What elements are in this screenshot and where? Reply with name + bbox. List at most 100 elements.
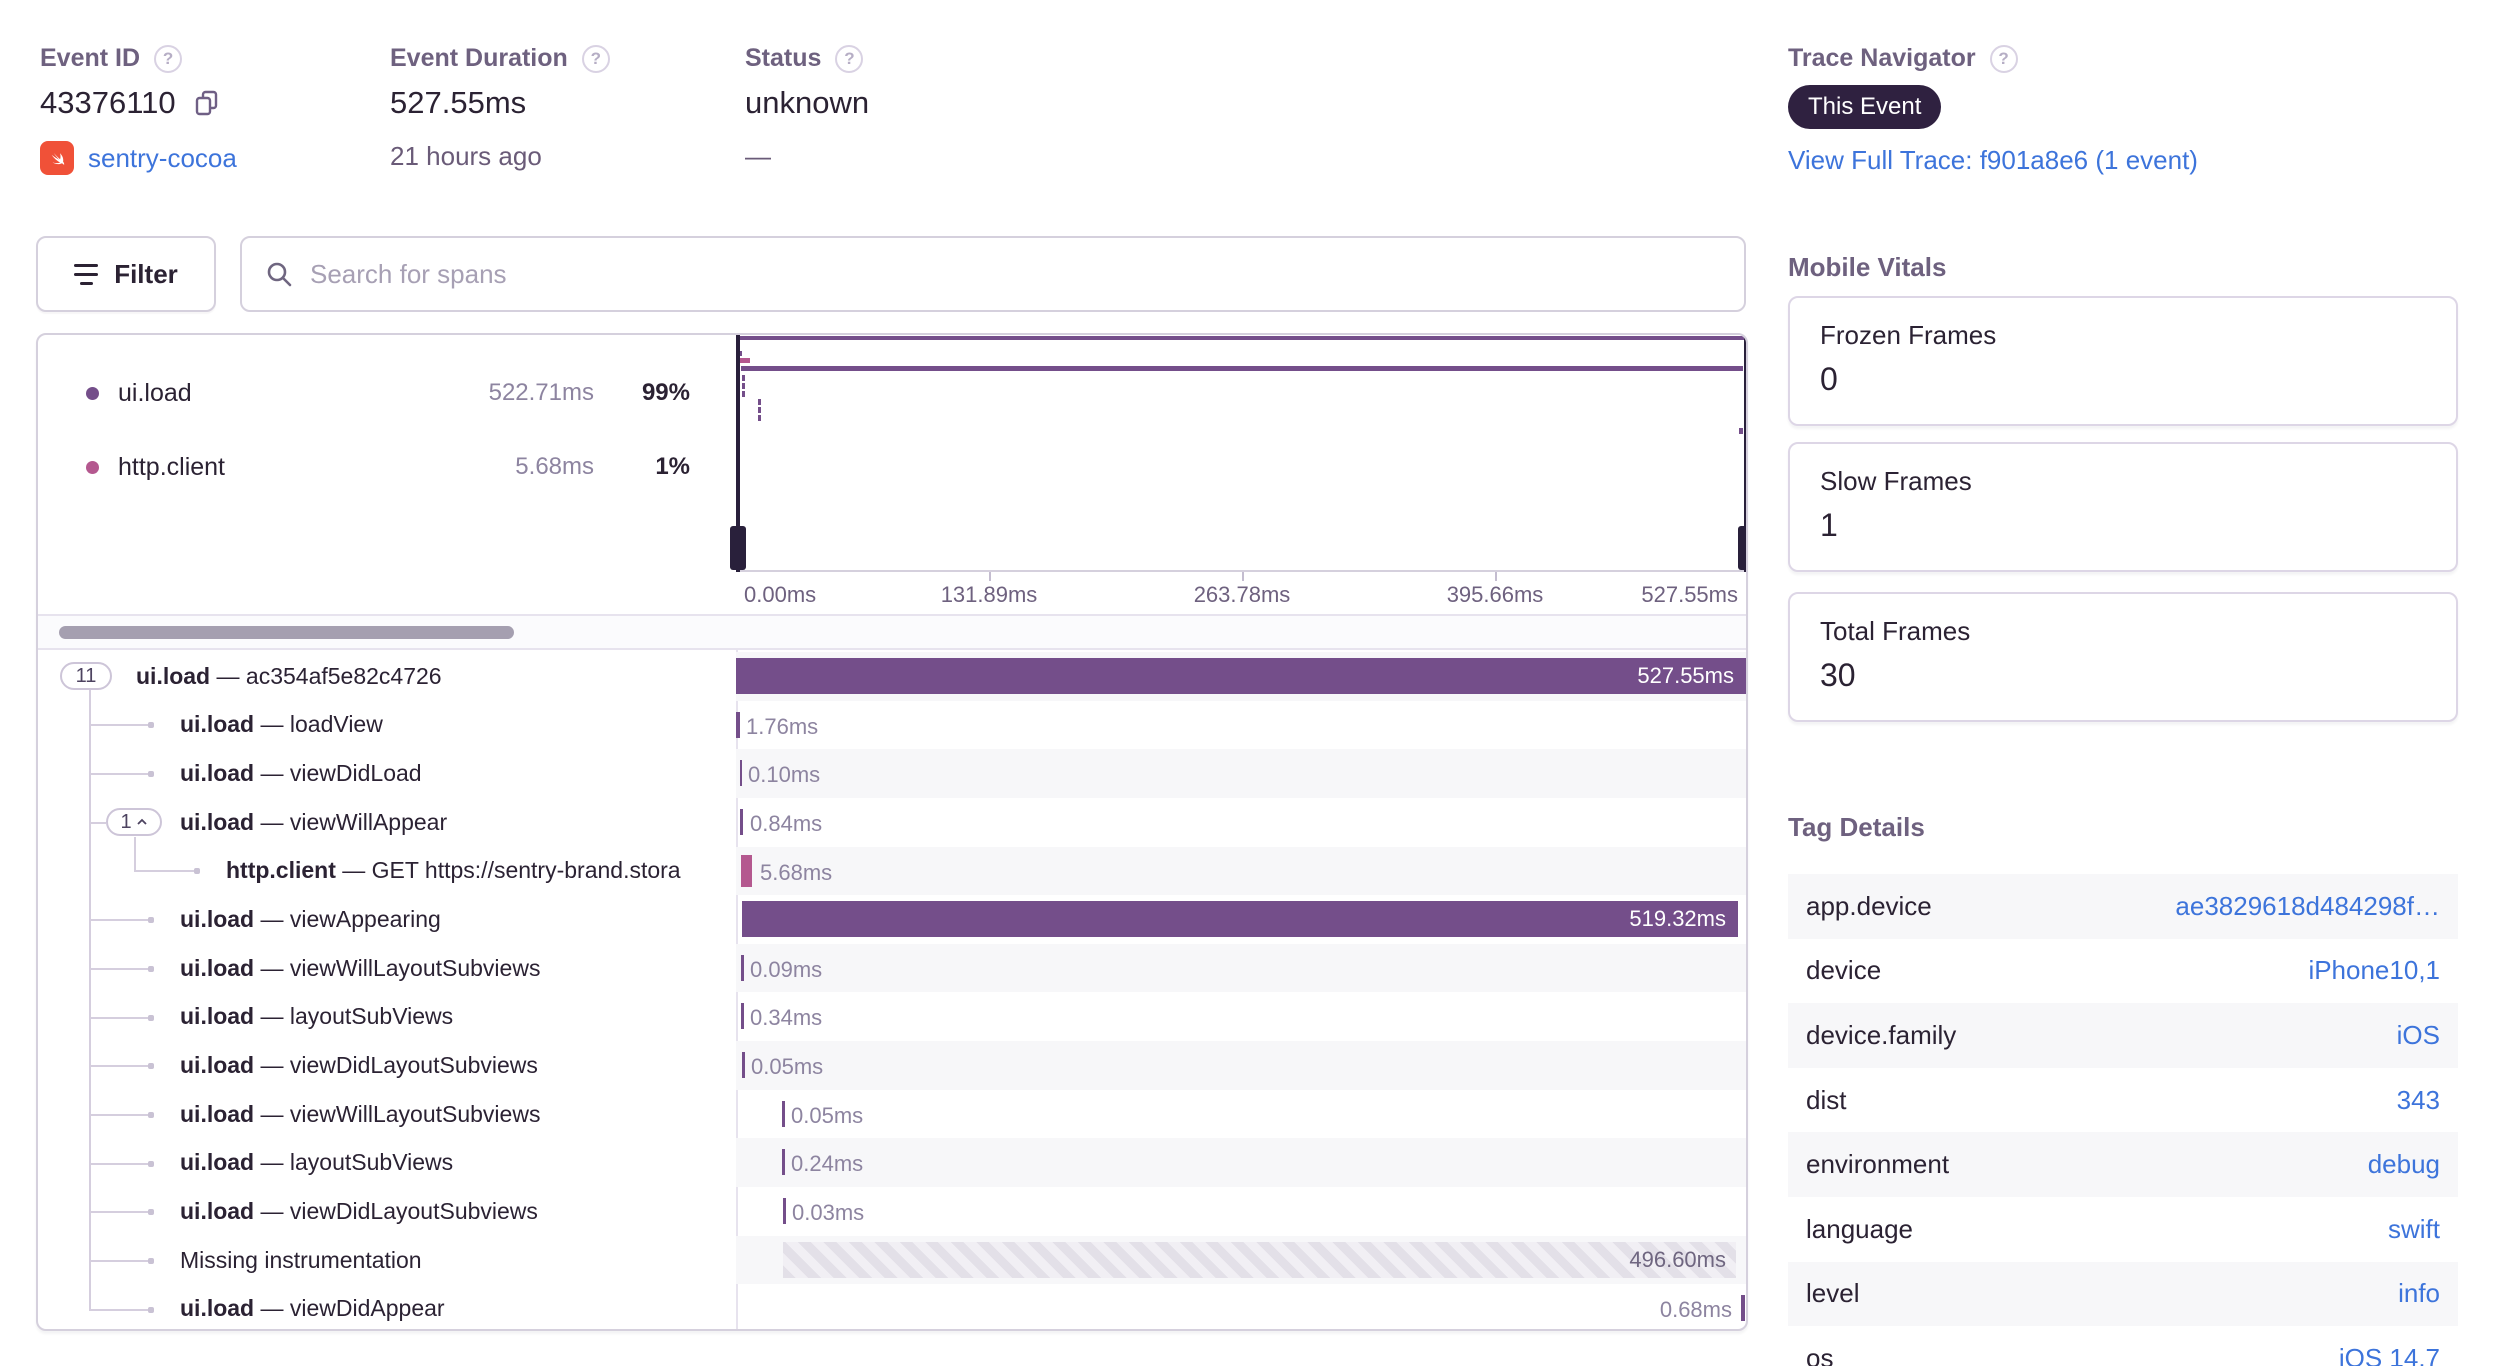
minimap-span (742, 375, 745, 381)
span-bar-row[interactable]: 0.09ms (736, 943, 1746, 993)
minimap-right-handle[interactable] (1738, 526, 1746, 570)
span-bar[interactable] (742, 1052, 745, 1079)
tag-row: device iPhone10,1 (1806, 955, 2440, 986)
span-tree-row[interactable]: ui.load — loadView (38, 701, 736, 750)
legend-item[interactable]: ui.load 522.71ms 99% (38, 375, 736, 411)
filter-button[interactable]: Filter (36, 236, 216, 312)
event-detail-page: Event ID ? 43376110 sentry-cocoa Event D… (0, 0, 2494, 1366)
span-bar[interactable] (741, 1003, 744, 1030)
project-link[interactable]: sentry-cocoa (88, 143, 237, 174)
event-duration-value: 527.55ms (390, 85, 527, 120)
minimap-span (1739, 428, 1743, 434)
sidebar: Mobile Vitals Frozen Frames 0 Slow Frame… (1788, 0, 2458, 1366)
span-tree-row[interactable]: ui.load — viewDidAppear (38, 1284, 736, 1329)
axis-label: 0.00ms (744, 582, 817, 607)
span-tree-row[interactable]: ui.load — viewAppearing (38, 895, 736, 944)
span-tree-row[interactable]: http.client — GET https://sentry-brand.s… (38, 847, 736, 896)
help-icon[interactable]: ? (581, 44, 610, 73)
vital-card-total-frames: Total Frames 30 (1788, 592, 2458, 722)
time-axis: 0.00ms 131.89ms 263.78ms 395.66ms 527.55… (736, 572, 1746, 614)
span-tree-row[interactable]: 11 ui.load — ac354af5e82c4726 (38, 652, 736, 701)
span-bars: 527.55ms 1.76ms 0.10ms 0.84ms 5.68ms 519… (736, 652, 1746, 1329)
span-bar-row[interactable]: 496.60ms (736, 1235, 1746, 1285)
minimap-span (742, 391, 745, 397)
horizontal-scrollbar[interactable] (38, 616, 1746, 650)
search-icon (264, 259, 294, 289)
span-bar[interactable] (741, 954, 744, 981)
span-bar[interactable] (783, 1198, 786, 1225)
help-icon[interactable]: ? (835, 44, 864, 73)
span-bar[interactable] (782, 1149, 785, 1176)
tag-row: level info (1788, 1261, 2458, 1327)
span-tree-row[interactable]: ui.load — viewWillLayoutSubviews (38, 1090, 736, 1139)
span-tree-row[interactable]: Missing instrumentation (38, 1236, 736, 1285)
span-bar-row[interactable]: 527.55ms (736, 652, 1746, 701)
span-bar-row[interactable]: 0.68ms (736, 1284, 1746, 1329)
legend-item[interactable]: http.client 5.68ms 1% (38, 449, 736, 485)
status-label: Status (745, 44, 822, 72)
span-bar-row[interactable]: 0.03ms (736, 1187, 1746, 1236)
help-icon[interactable]: ? (154, 44, 183, 73)
span-bar[interactable] (740, 760, 742, 787)
minimap-span (758, 407, 761, 413)
tag-details-title: Tag Details (1788, 812, 1925, 842)
minimap-span (740, 358, 750, 363)
scrollbar-thumb[interactable] (59, 626, 514, 639)
swift-icon (40, 141, 74, 175)
span-bar[interactable] (782, 1100, 785, 1127)
tag-row: environment debug (1788, 1132, 2458, 1197)
span-bar[interactable] (1741, 1295, 1745, 1322)
span-bar-row[interactable]: 5.68ms (736, 846, 1746, 896)
event-age: 21 hours ago (390, 141, 542, 171)
copy-icon[interactable] (192, 88, 222, 118)
span-bar[interactable] (741, 854, 752, 887)
missing-instrumentation-bar[interactable]: 496.60ms (783, 1241, 1736, 1278)
minimap-span (758, 399, 761, 405)
span-bar-row[interactable]: 519.32ms (736, 895, 1746, 944)
event-duration-group: Event Duration ? 527.55ms 21 hours ago (390, 44, 610, 172)
event-id-label: Event ID (40, 44, 141, 72)
axis-label: 263.78ms (1193, 582, 1291, 607)
tag-row: os iOS 14.7 (1806, 1342, 2440, 1366)
span-bar-row[interactable]: 0.84ms (736, 798, 1746, 847)
span-tree-row[interactable]: 1 ui.load — viewWillAppear (38, 798, 736, 847)
span-tree-row[interactable]: ui.load — viewDidLayoutSubviews (38, 1187, 736, 1236)
expand-collapse-badge[interactable]: 1 (106, 808, 162, 837)
span-tree-row[interactable]: ui.load — viewWillLayoutSubviews (38, 944, 736, 993)
chevron-up-icon (136, 818, 147, 825)
event-id-group: Event ID ? 43376110 sentry-cocoa (40, 44, 237, 175)
tag-row: device.family iOS (1788, 1003, 2458, 1068)
span-bar[interactable]: 527.55ms (736, 658, 1746, 694)
expand-collapse-badge[interactable]: 11 (60, 662, 112, 691)
axis-label: 131.89ms (940, 582, 1038, 607)
span-tree-row[interactable]: ui.load — viewDidLoad (38, 749, 736, 798)
tag-row: dist 343 (1806, 1084, 2440, 1115)
tag-row: app.device ae3829618d484298f… (1788, 874, 2458, 939)
span-tree-row[interactable]: ui.load — layoutSubViews (38, 1138, 736, 1187)
vital-card-frozen-frames: Frozen Frames 0 (1788, 296, 2458, 426)
minimap-span (741, 366, 1743, 371)
span-bar-row[interactable]: 0.34ms (736, 992, 1746, 1041)
axis-label: 395.66ms (1446, 582, 1544, 607)
span-bar[interactable]: 519.32ms (742, 901, 1738, 938)
vital-card-slow-frames: Slow Frames 1 (1788, 442, 2458, 572)
search-input[interactable] (310, 258, 1722, 290)
trace-minimap[interactable] (730, 335, 1746, 572)
span-bar-row[interactable]: 0.05ms (736, 1090, 1746, 1139)
span-bar-row[interactable]: 0.05ms (736, 1041, 1746, 1090)
span-bar-row[interactable]: 1.76ms (736, 701, 1746, 750)
span-search[interactable] (240, 236, 1746, 312)
span-bar[interactable] (736, 711, 740, 738)
span-tree: 11 ui.load — ac354af5e82c4726 ui.load — … (38, 652, 736, 1329)
span-waterfall-panel: ui.load 522.71ms 99% http.client 5.68ms … (36, 333, 1748, 1331)
span-bar-row[interactable]: 0.10ms (736, 749, 1746, 798)
span-tree-row[interactable]: ui.load — viewDidLayoutSubviews (38, 1041, 736, 1090)
span-tree-row[interactable]: ui.load — layoutSubViews (38, 992, 736, 1041)
span-bar-row[interactable]: 0.24ms (736, 1138, 1746, 1188)
minimap-span (758, 415, 761, 421)
axis-label: 527.55ms (1641, 582, 1738, 607)
span-bar[interactable] (740, 808, 743, 835)
minimap-left-handle[interactable] (730, 526, 746, 570)
filter-icon (74, 263, 99, 285)
status-group: Status ? unknown — (745, 44, 869, 172)
